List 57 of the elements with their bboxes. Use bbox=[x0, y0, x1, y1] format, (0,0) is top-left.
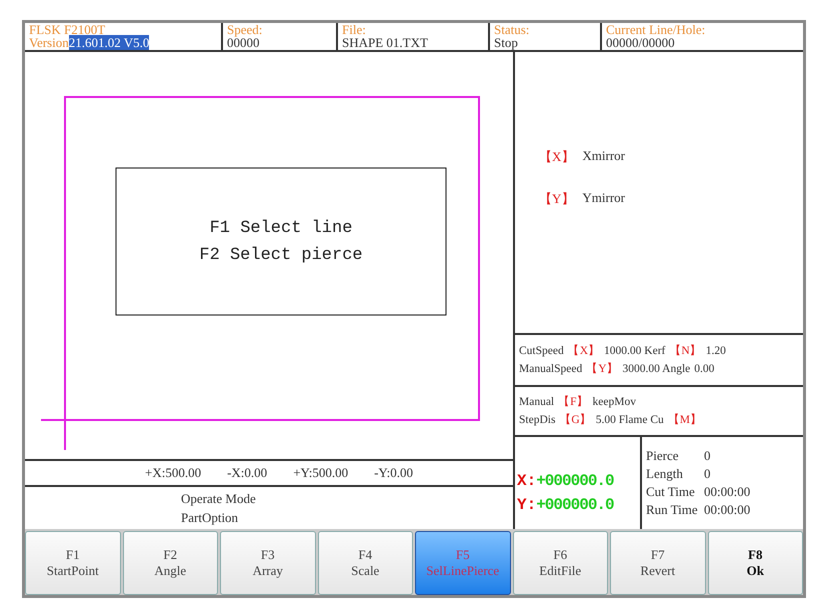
stat-value: 00:00:00 bbox=[704, 483, 750, 501]
function-key[interactable]: F1 StartPoint bbox=[25, 531, 120, 595]
prompt-text: F1 Select line bbox=[210, 218, 352, 238]
parameter-text: 1000.00 Kerf bbox=[604, 344, 666, 359]
function-key[interactable]: F8 Ok bbox=[708, 531, 803, 595]
function-key[interactable]: F4 Scale bbox=[318, 531, 413, 595]
stat-value: 0 bbox=[704, 465, 710, 483]
option-label: Ymirror bbox=[582, 190, 625, 206]
parameter-text: ManualSpeed bbox=[519, 362, 582, 377]
axis-label: Y: bbox=[517, 496, 536, 514]
stat-label: Run Time bbox=[646, 501, 699, 519]
parameter-text: 5.00 Flame Cu bbox=[596, 413, 664, 428]
function-key[interactable]: F7 Revert bbox=[610, 531, 706, 595]
mode-title: Operate Mode bbox=[181, 490, 257, 508]
axis-label: X: bbox=[517, 472, 536, 490]
header-value: Stop bbox=[494, 35, 518, 50]
limit-value: +Y:500.00 bbox=[293, 465, 348, 481]
function-key[interactable]: F2 Angle bbox=[122, 531, 218, 595]
function-key[interactable]: F6 EditFile bbox=[512, 531, 608, 595]
stat-value: 0 bbox=[704, 447, 710, 465]
key-label: 【G】 bbox=[559, 412, 592, 428]
key-label: 【F】 bbox=[558, 394, 589, 410]
limit-value: -X:0.00 bbox=[227, 465, 268, 481]
key-label: 【X】 bbox=[539, 148, 574, 166]
option-label: Xmirror bbox=[582, 148, 625, 164]
header-label: Speed: bbox=[227, 23, 264, 36]
key-label: 【X】 bbox=[568, 344, 600, 359]
parameter-text: 3000.00 Angle bbox=[622, 362, 690, 377]
parameter-text: CutSpeed bbox=[519, 344, 564, 359]
header-value: 00000/00000 bbox=[606, 35, 675, 50]
prompt-text: F2 Select pierce bbox=[199, 246, 363, 264]
header-label: File: bbox=[342, 23, 367, 36]
parameter-text: keepMov bbox=[592, 395, 636, 410]
stat-label: Pierce bbox=[646, 447, 680, 465]
function-key[interactable]: F3 Array bbox=[220, 531, 316, 595]
position-value: +000000.0 bbox=[536, 496, 614, 514]
stat-value: 00:00:00 bbox=[704, 501, 750, 519]
header-label: FLSK F2100T bbox=[29, 23, 106, 36]
parameter-text: StepDis bbox=[519, 413, 556, 428]
key-label: 【Y】 bbox=[586, 362, 619, 377]
parameter-text: 0.00 bbox=[694, 362, 714, 377]
stat-label: Cut Time bbox=[646, 483, 696, 501]
mode-value: PartOption bbox=[181, 509, 240, 527]
header-label: Status: bbox=[494, 23, 530, 36]
limit-value: +X:500.00 bbox=[145, 465, 202, 481]
parameter-text: 1.20 bbox=[706, 344, 726, 359]
limit-value: -Y:0.00 bbox=[374, 465, 413, 481]
header-value: 21.601.02 V5.0 bbox=[68, 35, 150, 50]
key-label: 【N】 bbox=[669, 344, 702, 359]
parameter-text: Manual bbox=[519, 395, 554, 410]
key-label: 【Y】 bbox=[539, 190, 574, 208]
key-label: 【M】 bbox=[668, 412, 702, 428]
header-label: Current Line/Hole: bbox=[606, 23, 706, 36]
version-label: Version bbox=[29, 35, 69, 50]
position-value: +000000.0 bbox=[536, 472, 614, 490]
header-value: SHAPE 01.TXT bbox=[342, 35, 428, 50]
stat-label: Length bbox=[646, 465, 684, 483]
